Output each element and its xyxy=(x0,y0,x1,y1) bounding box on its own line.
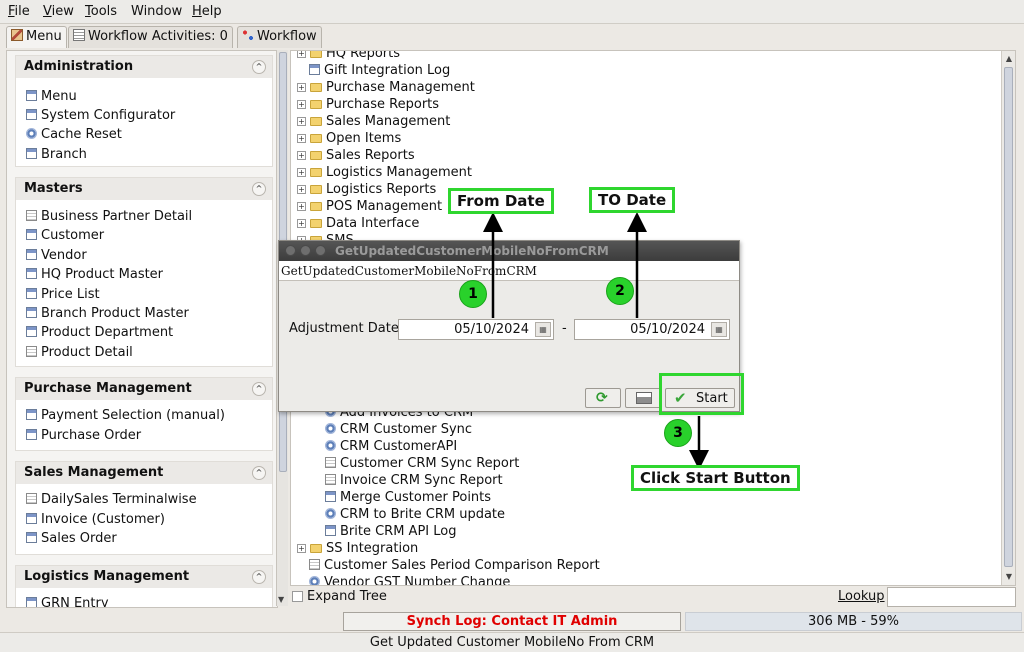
start-button-highlight xyxy=(659,373,744,415)
annotation-arrows xyxy=(483,212,709,470)
to-date-callout: TO Date xyxy=(589,187,676,213)
from-date-callout: From Date xyxy=(448,188,554,214)
step-3-badge: 3 xyxy=(664,419,692,447)
click-start-callout: Click Start Button xyxy=(631,465,800,491)
step-1-badge: 1 xyxy=(459,280,487,308)
step-2-badge: 2 xyxy=(606,277,634,305)
